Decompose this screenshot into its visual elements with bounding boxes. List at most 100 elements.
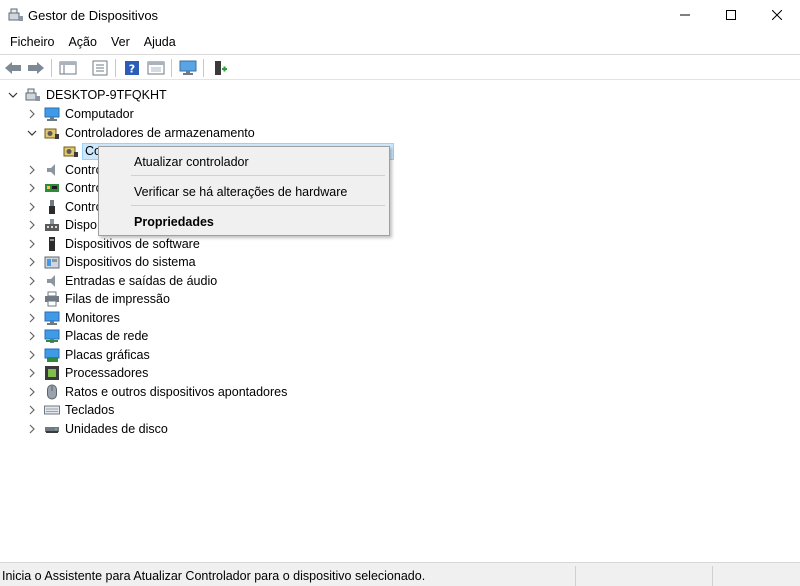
tree-item-label: Entradas e saídas de áudio: [65, 273, 218, 288]
tree-item-dispositivos-software[interactable]: Dispositivos de software: [0, 235, 800, 254]
keyboard-icon: [44, 405, 60, 415]
tree-item-processadores[interactable]: Processadores: [0, 364, 800, 383]
tree-item-dispositivos-sistema[interactable]: Dispositivos do sistema: [0, 253, 800, 272]
chevron-right-icon[interactable]: [26, 330, 38, 342]
tree-item-label: Monitores: [65, 310, 120, 325]
tree-item-placas-graficas[interactable]: Placas gráficas: [0, 346, 800, 365]
chevron-right-icon[interactable]: [26, 164, 38, 176]
chevron-right-icon[interactable]: [26, 108, 38, 120]
tree-item-label: Processadores: [65, 366, 149, 380]
back-arrow-icon: [5, 62, 21, 74]
tree-item-entradas-saidas-audio[interactable]: Entradas e saídas de áudio: [0, 272, 800, 291]
tree-item-teclados[interactable]: Teclados: [0, 401, 800, 420]
chevron-right-icon[interactable]: [26, 182, 38, 194]
scan-hardware-button[interactable]: [178, 58, 198, 78]
tree-root-label: DESKTOP-9TFQKHT: [46, 88, 167, 102]
ctx-separator: [131, 175, 385, 176]
forward-arrow-icon: [28, 62, 44, 74]
tree-item-placas-rede[interactable]: Placas de rede: [0, 327, 800, 346]
ctx-properties[interactable]: Propriedades: [99, 210, 389, 234]
software-device-icon: [49, 236, 55, 251]
tree-item-label: Unidades de disco: [65, 421, 168, 436]
back-button[interactable]: [3, 58, 23, 78]
ctx-update-driver[interactable]: Atualizar controlador: [99, 150, 389, 174]
chevron-down-icon[interactable]: [7, 89, 19, 101]
window-title: Gestor de Dispositivos: [28, 8, 159, 23]
ctx-update-driver-label: Atualizar controlador: [134, 155, 249, 169]
computer-root-icon: [25, 88, 40, 101]
hid-device-icon: [45, 219, 59, 231]
chevron-right-icon[interactable]: [26, 201, 38, 213]
context-menu: Atualizar controlador Verificar se há al…: [98, 146, 390, 236]
help-button[interactable]: ?: [122, 58, 142, 78]
chevron-right-icon[interactable]: [26, 238, 38, 250]
minimize-button[interactable]: [662, 0, 708, 30]
chevron-right-icon[interactable]: [26, 423, 38, 435]
chevron-right-icon[interactable]: [26, 349, 38, 361]
speaker-icon: [47, 274, 55, 287]
menu-bar: Ficheiro Ação Ver Ajuda: [0, 31, 800, 53]
properties-button[interactable]: [90, 58, 110, 78]
printer-icon: [45, 291, 59, 307]
tree-item-unidades-disco[interactable]: Unidades de disco: [0, 420, 800, 439]
chevron-right-icon[interactable]: [26, 256, 38, 268]
tree-item-label: Computador: [65, 107, 134, 121]
title-bar: Gestor de Dispositivos: [0, 0, 800, 30]
status-text: Inicia o Assistente para Atualizar Contr…: [2, 569, 426, 583]
maximize-button[interactable]: [708, 0, 754, 30]
tree-item-label: Placas gráficas: [65, 347, 150, 362]
help-icon: ?: [125, 61, 139, 76]
device-list-view-button[interactable]: [58, 58, 78, 78]
tree-item-monitores[interactable]: Monitores: [0, 309, 800, 328]
usb-controller-icon: [49, 199, 55, 214]
tree-item-label: Dispo: [65, 218, 97, 232]
status-separator: [712, 566, 713, 586]
storage-device-icon: [63, 146, 78, 157]
system-device-icon: [44, 256, 60, 269]
audio-controller-icon: [47, 163, 55, 176]
ctx-scan-hardware-label: Verificar se há alterações de hardware: [134, 185, 348, 199]
tree-item-label: Contro: [65, 181, 103, 195]
tree-item-ratos[interactable]: Ratos e outros dispositivos apontadores: [0, 383, 800, 402]
status-separator: [575, 566, 576, 586]
menu-ajuda[interactable]: Ajuda: [137, 31, 183, 53]
toolbar: ?: [0, 54, 800, 80]
close-button[interactable]: [754, 0, 800, 30]
add-driver-icon: [215, 61, 227, 75]
mouse-icon: [47, 384, 57, 399]
forward-button[interactable]: [26, 58, 46, 78]
close-icon: [772, 10, 782, 20]
menu-ficheiro[interactable]: Ficheiro: [3, 31, 61, 53]
tree-item-label: Ratos e outros dispositivos apontadores: [65, 384, 288, 399]
menu-acao[interactable]: Ação: [61, 31, 104, 53]
tree-root[interactable]: DESKTOP-9TFQKHT: [0, 86, 800, 105]
status-bar: Inicia o Assistente para Atualizar Contr…: [0, 562, 800, 586]
tree-item-controladores-armazenamento[interactable]: Controladores de armazenamento: [0, 124, 800, 143]
chevron-right-icon[interactable]: [26, 293, 38, 305]
chevron-right-icon[interactable]: [26, 404, 38, 416]
scan-monitor-icon: [179, 60, 197, 75]
tree-item-label: Dispositivos de software: [65, 236, 200, 251]
menu-ver[interactable]: Ver: [104, 31, 137, 53]
monitor-icon: [44, 311, 60, 325]
add-driver-button[interactable]: [210, 58, 230, 78]
storage-controller-icon: [44, 128, 59, 139]
update-driver-view-button[interactable]: [146, 58, 166, 78]
minimize-icon: [680, 14, 690, 16]
computer-icon: [44, 107, 60, 121]
chevron-down-icon[interactable]: [26, 127, 38, 139]
ctx-scan-hardware[interactable]: Verificar se há alterações de hardware: [99, 180, 389, 204]
chevron-right-icon[interactable]: [26, 275, 38, 287]
chevron-right-icon[interactable]: [26, 219, 38, 231]
chevron-right-icon[interactable]: [26, 312, 38, 324]
tree-item-filas-impressao[interactable]: Filas de impressão: [0, 290, 800, 309]
tree-item-label: Placas de rede: [65, 329, 149, 343]
chevron-right-icon[interactable]: [26, 367, 38, 379]
network-card-icon: [45, 184, 59, 192]
chevron-right-icon[interactable]: [26, 386, 38, 398]
tree-item-label: Teclados: [65, 403, 115, 417]
tree-item-computador[interactable]: Computador: [0, 105, 800, 124]
properties-icon: [92, 60, 108, 76]
tree-item-label: Contro: [65, 162, 103, 177]
maximize-icon: [726, 10, 736, 20]
